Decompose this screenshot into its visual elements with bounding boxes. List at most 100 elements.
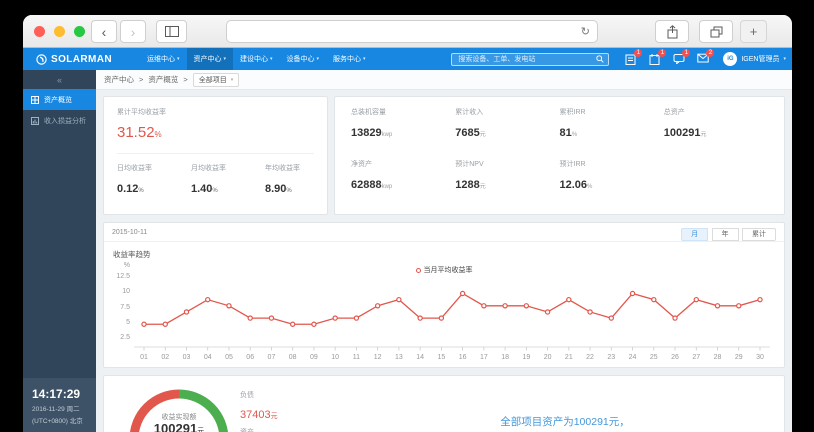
project-filter-dropdown[interactable]: 全部项目 ▾ — [192, 72, 240, 87]
alert-button[interactable]: 1 — [625, 49, 643, 65]
back-button[interactable]: ‹ — [91, 20, 117, 43]
breadcrumb-separator: > — [139, 75, 144, 84]
nav-item-operation-center[interactable]: 运维中心 ▾ — [140, 48, 187, 70]
tab-overview-button[interactable] — [699, 20, 733, 43]
stat-unit: % — [212, 188, 218, 194]
stat-label: 总资产 — [663, 109, 685, 116]
nav-item-construction-center[interactable]: 建设中心 ▾ — [233, 48, 280, 70]
stat-label: 年均收益率 — [265, 165, 300, 172]
y-tick: 2.5 — [120, 334, 130, 341]
solarman-logo-icon — [36, 53, 47, 65]
message-button[interactable]: 1 — [673, 49, 691, 65]
line-chart-svg: 01 02 03 04 05 06 07 08 09 10 11 12 13 14 15 16 17 18 19 20… — [134, 290, 770, 361]
nav-label: 设备中心 — [286, 56, 315, 63]
period-toggle-group: 月 年 累计 — [681, 223, 776, 241]
nav-item-device-center[interactable]: 设备中心 ▾ — [280, 48, 327, 70]
sidebar-item-label: 资产概览 — [44, 96, 72, 104]
nav-label: 建设中心 — [240, 56, 269, 63]
notification-icons: 1 1 1 2 — [625, 49, 715, 65]
forward-button[interactable]: › — [120, 20, 146, 43]
stat-yearly-yield: 年均收益率 8.90% — [265, 163, 300, 197]
mail-button[interactable]: 2 — [697, 49, 715, 65]
stat-unit: 元 — [270, 413, 278, 420]
asset-summary-card: 总装机容量 13829kwp 累计收入 7685元 累积IRR 81% 总资产 … — [334, 96, 785, 215]
chart-date-filter[interactable]: 2015-10-11 — [112, 229, 147, 236]
summary-line-1: 全部项目资产为100291元， — [500, 416, 630, 428]
nav-item-asset-center[interactable]: 资产中心 ▾ — [186, 48, 234, 70]
close-window-button[interactable] — [34, 26, 45, 37]
user-menu[interactable]: iG IGEN管理员 ▾ — [723, 52, 786, 66]
stat-label: 日均收益率 — [117, 165, 152, 172]
sidebar-icon — [164, 26, 179, 37]
project-summary: 全部项目资产为100291元， 2016年累计收益128400元，同比去年增长1… — [415, 414, 715, 432]
new-tab-button[interactable]: + — [740, 20, 767, 43]
divider — [117, 153, 314, 154]
brand[interactable]: SOLARMAN — [36, 54, 112, 65]
stat-value: 0.12 — [117, 183, 139, 195]
line-chart: % 12.5 10 7.5 5 2.5 01 02 03 04 05 06 07 08 09 10… — [116, 262, 770, 365]
page-body: 累计平均收益率 31.52% 日均收益率 0.12% 月均收益率 1.40% 年… — [96, 90, 792, 432]
clock-time: 14:17:29 — [32, 387, 81, 401]
stat-cumulative-avg-yield: 31.52% — [117, 124, 314, 142]
svg-text:04: 04 — [204, 354, 212, 361]
sidebar-clock: 14:17:29 2016-11-29 周二 (UTC+0800) 北京 — [23, 378, 96, 432]
sidebar-collapse-button[interactable]: « — [23, 70, 96, 89]
chart-title: 收益率趋势 — [113, 250, 151, 259]
share-button[interactable] — [655, 20, 689, 43]
svg-text:14: 14 — [416, 354, 424, 361]
sidebar: « 资产概览 收入损益分析 14:17:29 2016-11-29 周二 (UT… — [23, 70, 96, 432]
search-input[interactable] — [456, 54, 597, 64]
y-tick: 5 — [126, 319, 130, 326]
caret-down-icon: ▾ — [316, 56, 320, 62]
period-tab-year[interactable]: 年 — [711, 228, 739, 241]
sidebar-toggle-button[interactable] — [156, 20, 187, 43]
breadcrumb-separator: > — [183, 75, 188, 84]
stat-unit: % — [138, 188, 144, 194]
caret-down-icon: ▾ — [223, 56, 227, 62]
svg-text:27: 27 — [692, 354, 700, 361]
svg-text:12: 12 — [374, 354, 382, 361]
url-bar: ↻ — [226, 20, 598, 43]
y-tick: 10 — [122, 288, 130, 295]
stat-label: 累计平均收益率 — [117, 109, 166, 116]
minimize-window-button[interactable] — [54, 26, 65, 37]
period-tab-total[interactable]: 累计 — [742, 228, 776, 241]
svg-text:13: 13 — [395, 354, 403, 361]
svg-text:09: 09 — [310, 354, 318, 361]
app-header: SOLARMAN 运维中心▾ 资产中心▾ 建设中心▾ 设备中心▾ 服务中心▾ 1 — [23, 48, 792, 70]
sidebar-item-asset-overview[interactable]: 资产概览 — [23, 89, 96, 110]
stat-net-assets: 净资产 62888kwp — [351, 159, 455, 193]
svg-text:08: 08 — [289, 354, 297, 361]
message-badge: 1 — [682, 49, 691, 57]
refresh-button[interactable]: ↻ — [581, 25, 597, 38]
zoom-window-button[interactable] — [74, 26, 85, 37]
nav-item-service-center[interactable]: 服务中心 ▾ — [326, 48, 373, 70]
overview-grid-icon — [31, 95, 39, 104]
stat-unit: 元 — [700, 132, 707, 138]
svg-text:25: 25 — [650, 354, 658, 361]
svg-text:17: 17 — [480, 354, 488, 361]
stat-label: 总装机容量 — [351, 109, 386, 116]
breadcrumb-level2[interactable]: 资产概览 — [148, 74, 178, 85]
svg-text:24: 24 — [629, 354, 637, 361]
svg-text:16: 16 — [459, 354, 467, 361]
svg-text:19: 19 — [522, 354, 530, 361]
stat-value: 12.06 — [559, 179, 588, 191]
workorder-button[interactable]: 1 — [649, 49, 667, 65]
period-tab-month[interactable]: 月 — [681, 228, 709, 241]
stat-value: 1288 — [455, 179, 480, 191]
svg-text:20: 20 — [544, 354, 552, 361]
stat-value: 31.52 — [117, 124, 155, 141]
y-axis-unit: % — [123, 262, 130, 269]
stat-value: 62888 — [351, 179, 382, 191]
url-field[interactable] — [227, 26, 581, 37]
traffic-lights — [34, 26, 85, 37]
stat-liabilities: 负债 37403元 — [240, 390, 278, 423]
nav-label: 资产中心 — [193, 56, 222, 63]
stat-cumulative-irr: 累积IRR 81% — [560, 107, 664, 141]
forward-icon: › — [130, 23, 136, 40]
svg-text:28: 28 — [714, 354, 722, 361]
sidebar-item-income-analysis[interactable]: 收入损益分析 — [23, 110, 96, 131]
clock-timezone: (UTC+0800) 北京 — [32, 418, 83, 425]
breadcrumb-level1[interactable]: 资产中心 — [104, 74, 134, 85]
